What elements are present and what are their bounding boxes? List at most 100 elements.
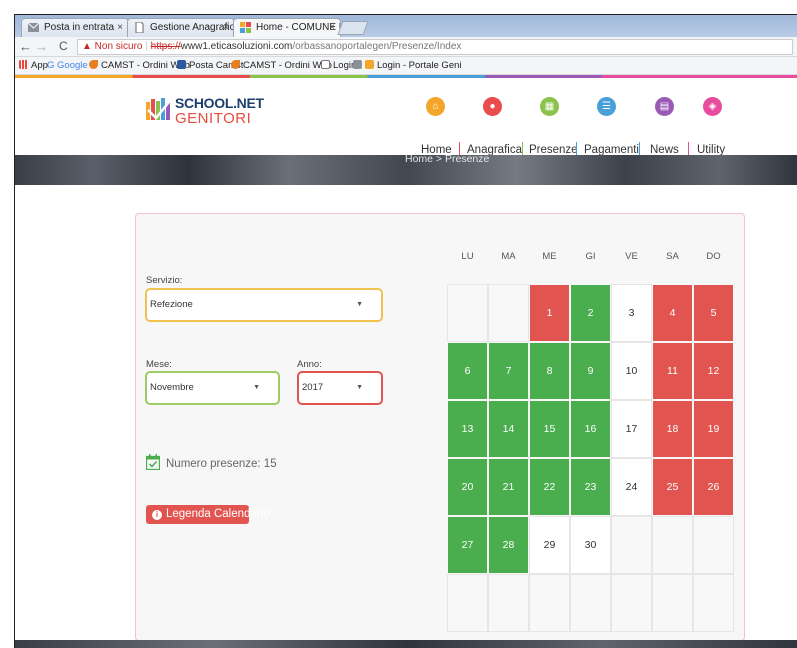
- mail-icon: [27, 22, 40, 33]
- weekday-header: GI: [585, 251, 596, 262]
- calendar-day-17[interactable]: 17: [611, 400, 652, 458]
- servizio-select[interactable]: Refezione ▼: [145, 288, 383, 322]
- apps-grid-icon: [19, 60, 28, 69]
- tab-gestione[interactable]: Gestione Anagrafiche ×: [127, 18, 235, 37]
- calendar-empty-cell: [488, 284, 529, 342]
- tab-posta[interactable]: Posta in entrata ×: [21, 18, 129, 37]
- tab-home-comune[interactable]: Home - COMUNE DI OR ×: [233, 18, 341, 37]
- close-icon[interactable]: ×: [117, 19, 123, 36]
- calendar-day-26[interactable]: 26: [693, 458, 734, 516]
- utility-icon: ◈: [703, 97, 722, 116]
- calendar-day-8[interactable]: 8: [529, 342, 570, 400]
- nav-separator: [688, 142, 689, 156]
- not-secure-warning[interactable]: ▲ Non sicuro: [82, 41, 142, 52]
- school-net-logo[interactable]: SCHOOL.NET GENITORI: [145, 93, 264, 133]
- bookmark-google[interactable]: G Google: [47, 57, 88, 74]
- legenda-calendario-button[interactable]: i Legenda Calendario: [146, 505, 270, 524]
- logo-mark-icon: [146, 98, 170, 120]
- calendar-day-16[interactable]: 16: [570, 400, 611, 458]
- calendar-day-14[interactable]: 14: [488, 400, 529, 458]
- calendar-check-icon: [146, 454, 160, 470]
- calendar-day-21[interactable]: 21: [488, 458, 529, 516]
- url-scheme: https://: [150, 41, 181, 52]
- calendar-day-24[interactable]: 24: [611, 458, 652, 516]
- bookmark-camst-ordini-2[interactable]: CAMST - Ordini Web: [231, 57, 332, 74]
- back-button[interactable]: ←: [19, 39, 32, 54]
- logo-line-1: SCHOOL.NET: [175, 95, 264, 111]
- nav-separator: [576, 142, 577, 156]
- calendar-day-7[interactable]: 7: [488, 342, 529, 400]
- calendar-day-30[interactable]: 30: [570, 516, 611, 574]
- calendar-icon: ▦: [540, 97, 559, 116]
- calendar-day-2[interactable]: 2: [570, 284, 611, 342]
- calendar-empty-cell: [570, 574, 611, 632]
- calendar-day-4[interactable]: 4: [652, 284, 693, 342]
- nav-presenze[interactable]: ▦ Presenze: [528, 78, 578, 156]
- address-bar[interactable]: ▲ Non sicuro | https://www1.eticasoluzio…: [77, 39, 793, 55]
- nav-separator: [522, 142, 523, 156]
- calendar-empty-cell: [611, 516, 652, 574]
- calendar-day-5[interactable]: 5: [693, 284, 734, 342]
- calendar-day-19[interactable]: 19: [693, 400, 734, 458]
- calendar-day-28[interactable]: 28: [488, 516, 529, 574]
- chevron-down-icon: ▼: [253, 384, 260, 391]
- calendar-day-1[interactable]: 1: [529, 284, 570, 342]
- anno-select[interactable]: 2017 ▼: [297, 371, 383, 405]
- bookmark-camst-ordini[interactable]: CAMST - Ordini Web: [89, 57, 190, 74]
- nav-anagrafica[interactable]: ● Anagrafica: [465, 78, 522, 156]
- url-path: /orbassanoportalegen/Presenze/Index: [292, 41, 462, 52]
- calendar-day-29[interactable]: 29: [529, 516, 570, 574]
- calendar-empty-cell: [693, 574, 734, 632]
- calendar-day-10[interactable]: 10: [611, 342, 652, 400]
- address-row: ← → C ▲ Non sicuro | https://www1.eticas…: [15, 37, 797, 57]
- logo-line-2: GENITORI: [175, 110, 252, 127]
- chevron-down-icon: ▼: [356, 384, 363, 391]
- nav-home[interactable]: ⌂ Home: [417, 78, 455, 156]
- calendar-day-9[interactable]: 9: [570, 342, 611, 400]
- close-icon[interactable]: ×: [329, 19, 335, 36]
- mail-icon: [177, 60, 186, 69]
- chevron-down-icon: ▼: [356, 301, 363, 308]
- mese-select[interactable]: Novembre ▼: [145, 371, 280, 405]
- weekday-header: SA: [666, 251, 679, 262]
- weekday-header: DO: [706, 251, 721, 262]
- calendar-empty-cell: [529, 574, 570, 632]
- hero-banner: Home > Presenze: [15, 153, 797, 185]
- new-tab-button[interactable]: [337, 21, 369, 35]
- bookmark-apps[interactable]: App: [19, 57, 48, 74]
- calendar-day-3[interactable]: 3: [611, 284, 652, 342]
- bookmark-login-portale[interactable]: Login - Portale Geni: [353, 57, 462, 74]
- weekday-header: ME: [542, 251, 557, 262]
- weekday-header: VE: [625, 251, 638, 262]
- schoolnet-icon: [365, 60, 374, 69]
- calendar-day-22[interactable]: 22: [529, 458, 570, 516]
- nav-separator: [639, 142, 640, 156]
- calendar-day-11[interactable]: 11: [652, 342, 693, 400]
- weekday-header: LU: [461, 251, 474, 262]
- calendar-day-23[interactable]: 23: [570, 458, 611, 516]
- breadcrumb: Home > Presenze: [405, 153, 490, 165]
- calendar-day-6[interactable]: 6: [447, 342, 488, 400]
- calendar-day-18[interactable]: 18: [652, 400, 693, 458]
- calendar-day-15[interactable]: 15: [529, 400, 570, 458]
- news-icon: ▤: [655, 97, 674, 116]
- nav-pagamenti[interactable]: ☰ Pagamenti: [582, 78, 639, 156]
- calendar-empty-cell: [447, 574, 488, 632]
- calendar-day-12[interactable]: 12: [693, 342, 734, 400]
- nav-utility[interactable]: ◈ Utility: [695, 78, 731, 156]
- page-icon: [134, 21, 145, 34]
- nav-news[interactable]: ▤ News: [648, 78, 682, 156]
- reload-button[interactable]: C: [59, 39, 68, 54]
- forward-button[interactable]: →: [35, 39, 48, 54]
- calendar-day-20[interactable]: 20: [447, 458, 488, 516]
- calendar-empty-cell: [611, 574, 652, 632]
- calendar-day-27[interactable]: 27: [447, 516, 488, 574]
- user-icon: ●: [483, 97, 502, 116]
- close-icon[interactable]: ×: [223, 19, 229, 36]
- numero-presenze: Numero presenze: 15: [166, 458, 277, 470]
- calendar-empty-cell: [652, 516, 693, 574]
- calendar-day-25[interactable]: 25: [652, 458, 693, 516]
- calendar-day-13[interactable]: 13: [447, 400, 488, 458]
- browser-window: Posta in entrata × Gestione Anagrafiche …: [14, 14, 797, 648]
- bookmark-login[interactable]: Login: [321, 57, 356, 74]
